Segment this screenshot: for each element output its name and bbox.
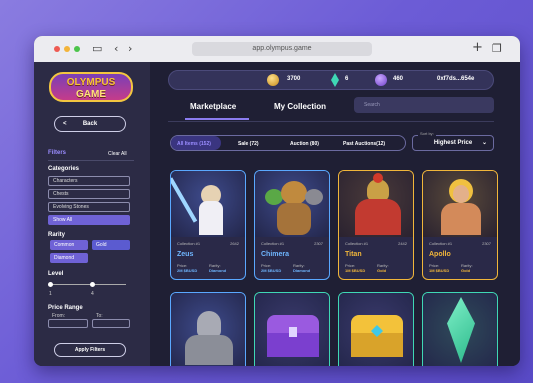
search-input[interactable]: Search (354, 97, 494, 113)
category-show-all[interactable]: Show All (48, 215, 130, 225)
minimize-window-button[interactable] (64, 46, 70, 52)
filter-all-items[interactable]: All Items (152) (177, 141, 211, 147)
category-characters[interactable]: Characters (48, 176, 130, 186)
level-min-label: 1 (49, 291, 52, 297)
card-name: Titan (345, 251, 362, 258)
filters-title: Filters (48, 150, 67, 156)
gems-balance: 6 (345, 76, 349, 82)
sort-dropdown[interactable]: Highest Price ⌄ (412, 135, 494, 151)
browser-toolbar: ▭ ‹ › app.olympus.game + ❐ (34, 36, 520, 62)
filter-past-auctions[interactable]: Past Auctions(12) (343, 141, 385, 147)
apply-filters-button[interactable]: Apply Filters (54, 343, 126, 357)
rarity-title: Rarity (48, 232, 66, 238)
gem-icon (331, 73, 339, 87)
emerald-stone-image (423, 293, 497, 366)
card-price: 1M $BUSD (345, 268, 366, 273)
close-window-button[interactable] (54, 46, 60, 52)
wallet-bar: 3700 6 460 0xf7ds...654e (168, 70, 494, 90)
crystals-balance: 460 (393, 76, 404, 82)
card-id: 2307 (314, 241, 323, 246)
sort-value: Highest Price (433, 140, 473, 146)
nft-card-titan[interactable]: Collection #1 2442 Titan Price: Rarity: … (338, 170, 414, 280)
rarity-diamond[interactable]: Diamond (50, 253, 88, 263)
price-from-input[interactable] (48, 319, 88, 328)
tabs-overview-icon[interactable]: ❐ (492, 42, 502, 56)
gold-chest-image (339, 293, 413, 366)
marketplace-main: 3700 6 460 0xf7ds...654e Marketplace My … (150, 62, 520, 366)
card-collection: Collection #1 (345, 241, 369, 246)
card-id: 2442 (398, 241, 407, 246)
address-bar[interactable]: app.olympus.game (192, 42, 372, 56)
card-id: 2642 (230, 241, 239, 246)
nft-card-zeus[interactable]: Collection #1 2642 Zeus Price: Rarity: 2… (170, 170, 246, 280)
apollo-image (423, 171, 497, 237)
maximize-window-button[interactable] (74, 46, 80, 52)
level-title: Level (48, 271, 64, 277)
olympus-logo: OLYMPUS GAME (49, 72, 133, 102)
filter-auction[interactable]: Auction (80) (290, 141, 319, 147)
card-collection: Collection #1 (429, 241, 453, 246)
chevron-left-icon: < (63, 121, 67, 127)
card-price: 1M $BUSD (429, 268, 450, 273)
category-evolving-stones[interactable]: Evolving Stones (48, 202, 130, 212)
card-collection: Collection #1 (261, 241, 285, 246)
crystal-icon (375, 74, 387, 86)
filter-sale[interactable]: Sale (72) (238, 141, 259, 147)
tab-active-underline (185, 118, 249, 120)
rarity-common[interactable]: Common (50, 240, 88, 250)
nft-card-purple-chest[interactable] (254, 292, 330, 366)
price-to-input[interactable] (92, 319, 130, 328)
nft-card-chimera[interactable]: Collection #1 2307 Chimera Price: Rarity… (254, 170, 330, 280)
chevron-down-icon: ⌄ (481, 140, 487, 146)
tabs-divider (168, 121, 494, 122)
card-collection: Collection #1 (177, 241, 201, 246)
sort-label: Sort by: (418, 131, 436, 136)
back-button[interactable]: < Back (54, 116, 126, 132)
sidebar-toggle-icon[interactable]: ▭ (92, 42, 102, 56)
filters-sidebar: OLYMPUS GAME < Back Filters Clear All Ca… (34, 62, 150, 366)
tab-my-collection[interactable]: My Collection (274, 102, 326, 111)
category-chests[interactable]: Chests (48, 189, 130, 199)
app-window: ▭ ‹ › app.olympus.game + ❐ OLYMPUS GAME … (34, 36, 520, 366)
coins-balance: 3700 (287, 76, 301, 82)
nft-card-evolving-stone[interactable] (422, 292, 498, 366)
wallet-address[interactable]: 0xf7ds...654e (437, 76, 474, 82)
tab-marketplace[interactable]: Marketplace (190, 102, 236, 111)
card-rarity: Diamond (209, 268, 227, 273)
logo-line1: OLYMPUS (66, 77, 116, 88)
card-id: 2307 (482, 241, 491, 246)
coin-icon (267, 74, 279, 86)
card-rarity: Diamond (293, 268, 311, 273)
divider (48, 160, 134, 161)
card-rarity: Gold (377, 268, 387, 273)
forward-arrow-icon[interactable]: › (128, 42, 132, 56)
level-slider-track[interactable] (50, 284, 126, 285)
card-name: Chimera (261, 251, 290, 258)
chimera-image (255, 171, 329, 237)
back-label: Back (82, 121, 98, 127)
card-name: Apollo (429, 251, 451, 258)
card-rarity: Gold (461, 268, 471, 273)
knight-image (171, 293, 245, 366)
back-arrow-icon[interactable]: ‹ (114, 42, 118, 56)
card-price: 2M $BUSD (261, 268, 282, 273)
level-max-label: 4 (91, 291, 94, 297)
clear-all-link[interactable]: Clear All (108, 151, 127, 157)
categories-title: Categories (48, 166, 80, 172)
price-range-title: Price Range (48, 305, 83, 311)
level-slider-min-handle[interactable] (48, 282, 53, 287)
purple-chest-image (255, 293, 329, 366)
titan-image (339, 171, 413, 237)
rarity-gold[interactable]: Gold (92, 240, 130, 250)
level-slider-max-handle[interactable] (90, 282, 95, 287)
zeus-image (171, 171, 245, 237)
logo-line2: GAME (76, 89, 106, 100)
card-name: Zeus (177, 251, 194, 258)
card-price: 2M $BUSD (177, 268, 198, 273)
nft-card-gold-chest[interactable] (338, 292, 414, 366)
new-tab-icon[interactable]: + (472, 41, 483, 55)
nft-card-apollo[interactable]: Collection #1 2307 Apollo Price: Rarity:… (422, 170, 498, 280)
nft-card-knight[interactable] (170, 292, 246, 366)
